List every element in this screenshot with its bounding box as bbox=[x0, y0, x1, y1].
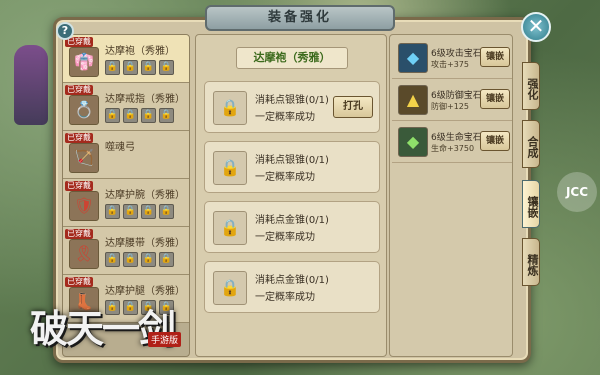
socket-cost: 消耗点金锥(0/1) bbox=[255, 215, 329, 226]
tab-combine[interactable]: 合成 bbox=[522, 120, 540, 168]
background-character bbox=[14, 45, 48, 125]
close-button[interactable]: ✕ bbox=[521, 12, 551, 42]
belt-icon: 🎗 bbox=[69, 239, 99, 269]
inlay-button[interactable]: 镶嵌 bbox=[480, 89, 510, 109]
lock-icon: 🔒 bbox=[159, 204, 174, 219]
worn-badge: 已穿戴 bbox=[65, 229, 93, 239]
bracer-icon: 🛡 bbox=[69, 191, 99, 221]
equipment-item[interactable]: 已穿戴 🛡 达摩护腕（秀雅） 🔒 🔒 🔒 🔒 bbox=[63, 179, 189, 227]
lock-icon: 🔒 bbox=[105, 252, 120, 267]
socket-row: 🔒 🔒 🔒 🔒 bbox=[105, 252, 174, 267]
gem-name: 6级攻击宝石 bbox=[431, 49, 482, 59]
socket-slot: 🔒 消耗点银锥(0/1) 一定概率成功 bbox=[204, 141, 380, 193]
lock-icon: 🔒 bbox=[123, 108, 138, 123]
worn-badge: 已穿戴 bbox=[65, 181, 93, 191]
logo-badge: 手游版 bbox=[148, 332, 182, 347]
worn-badge: 已穿戴 bbox=[65, 85, 93, 95]
tab-refine[interactable]: 精炼 bbox=[522, 238, 540, 286]
ring-icon: 💍 bbox=[69, 95, 99, 125]
lock-icon: 🔒 bbox=[159, 60, 174, 75]
equipment-item[interactable]: 已穿戴 🎗 达摩腰带（秀雅） 🔒 🔒 🔒 🔒 bbox=[63, 227, 189, 275]
lock-icon: 🔒 bbox=[213, 91, 247, 125]
worn-badge: 已穿戴 bbox=[65, 277, 93, 287]
lock-icon: 🔒 bbox=[213, 271, 247, 305]
gem-item: ◆ 6级攻击宝石 攻击+375 镶嵌 bbox=[392, 39, 512, 79]
gem-stat: 生命+3750 bbox=[431, 144, 475, 153]
lock-icon: 🔒 bbox=[159, 252, 174, 267]
punch-button[interactable]: 打孔 bbox=[333, 96, 373, 118]
lock-icon: 🔒 bbox=[141, 252, 156, 267]
socket-slot: 🔒 消耗点金锥(0/1) 一定概率成功 bbox=[204, 201, 380, 253]
socket-row: 🔒 🔒 🔒 🔒 bbox=[105, 204, 174, 219]
worn-badge: 已穿戴 bbox=[65, 133, 93, 143]
socket-slot: 🔒 消耗点银锥(0/1) 一定概率成功 打孔 bbox=[204, 81, 380, 133]
socket-row: 🔒 🔒 🔒 🔒 bbox=[105, 108, 174, 123]
defense-gem-icon: ▲ bbox=[398, 85, 428, 115]
robe-icon: 👘 bbox=[69, 47, 99, 77]
equipment-item[interactable]: 已穿戴 💍 达摩戒指（秀雅） 🔒 🔒 🔒 🔒 bbox=[63, 83, 189, 131]
life-gem-icon: ◆ bbox=[398, 127, 428, 157]
gem-item: ▲ 6级防御宝石 防御+125 镶嵌 bbox=[392, 81, 512, 121]
window-title: 装备强化 bbox=[205, 5, 395, 31]
gem-list: ◆ 6级攻击宝石 攻击+375 镶嵌 ▲ 6级防御宝石 防御+125 镶嵌 ◆ … bbox=[389, 34, 513, 357]
tab-enhance[interactable]: 强化 bbox=[522, 62, 540, 110]
equipment-item[interactable]: 已穿戴 👘 达摩袍（秀雅） 🔒 🔒 🔒 🔒 bbox=[63, 35, 189, 83]
bow-icon: 🏹 bbox=[69, 143, 99, 173]
equipment-name: 达摩袍（秀雅） bbox=[105, 46, 175, 57]
tab-inlay[interactable]: 镶嵌 bbox=[522, 180, 540, 228]
help-icon[interactable]: ? bbox=[56, 22, 74, 40]
lock-icon: 🔒 bbox=[105, 204, 120, 219]
lock-icon: 🔒 bbox=[123, 60, 138, 75]
lock-icon: 🔒 bbox=[123, 204, 138, 219]
lock-icon: 🔒 bbox=[141, 60, 156, 75]
equipment-name: 达摩护腕（秀雅） bbox=[105, 190, 185, 201]
lock-icon: 🔒 bbox=[141, 204, 156, 219]
gem-name: 6级防御宝石 bbox=[431, 91, 482, 101]
socket-panel: 达摩袍（秀雅） 🔒 消耗点银锥(0/1) 一定概率成功 打孔 🔒 消耗点银锥(0… bbox=[195, 34, 387, 357]
lock-icon: 🔒 bbox=[141, 108, 156, 123]
game-logo: 破天一剑 手游版 bbox=[30, 288, 200, 363]
gem-stat: 防御+125 bbox=[431, 102, 469, 111]
inlay-button[interactable]: 镶嵌 bbox=[480, 47, 510, 67]
gem-name: 6级生命宝石 bbox=[431, 133, 482, 143]
inlay-button[interactable]: 镶嵌 bbox=[480, 131, 510, 151]
equipment-name: 达摩戒指（秀雅） bbox=[105, 94, 185, 105]
socket-row: 🔒 🔒 🔒 🔒 bbox=[105, 60, 174, 75]
gem-item: ◆ 6级生命宝石 生命+3750 镶嵌 bbox=[392, 123, 512, 163]
equipment-name: 达摩腰带（秀雅） bbox=[105, 238, 185, 249]
socket-cost: 消耗点金锥(0/1) bbox=[255, 275, 329, 286]
attack-gem-icon: ◆ bbox=[398, 43, 428, 73]
lock-icon: 🔒 bbox=[105, 108, 120, 123]
lock-icon: 🔒 bbox=[105, 60, 120, 75]
socket-chance: 一定概率成功 bbox=[255, 112, 315, 123]
equipment-item[interactable]: 已穿戴 🏹 噬魂弓 bbox=[63, 131, 189, 179]
selected-item-title: 达摩袍（秀雅） bbox=[236, 47, 348, 69]
lock-icon: 🔒 bbox=[213, 211, 247, 245]
socket-cost: 消耗点银锥(0/1) bbox=[255, 95, 329, 106]
equipment-name: 噬魂弓 bbox=[105, 142, 135, 153]
watermark: JCC bbox=[557, 172, 597, 212]
lock-icon: 🔒 bbox=[159, 108, 174, 123]
socket-chance: 一定概率成功 bbox=[255, 292, 315, 303]
lock-icon: 🔒 bbox=[213, 151, 247, 185]
lock-icon: 🔒 bbox=[123, 252, 138, 267]
socket-cost: 消耗点银锥(0/1) bbox=[255, 155, 329, 166]
socket-chance: 一定概率成功 bbox=[255, 232, 315, 243]
socket-slot: 🔒 消耗点金锥(0/1) 一定概率成功 bbox=[204, 261, 380, 313]
socket-chance: 一定概率成功 bbox=[255, 172, 315, 183]
gem-stat: 攻击+375 bbox=[431, 60, 469, 69]
